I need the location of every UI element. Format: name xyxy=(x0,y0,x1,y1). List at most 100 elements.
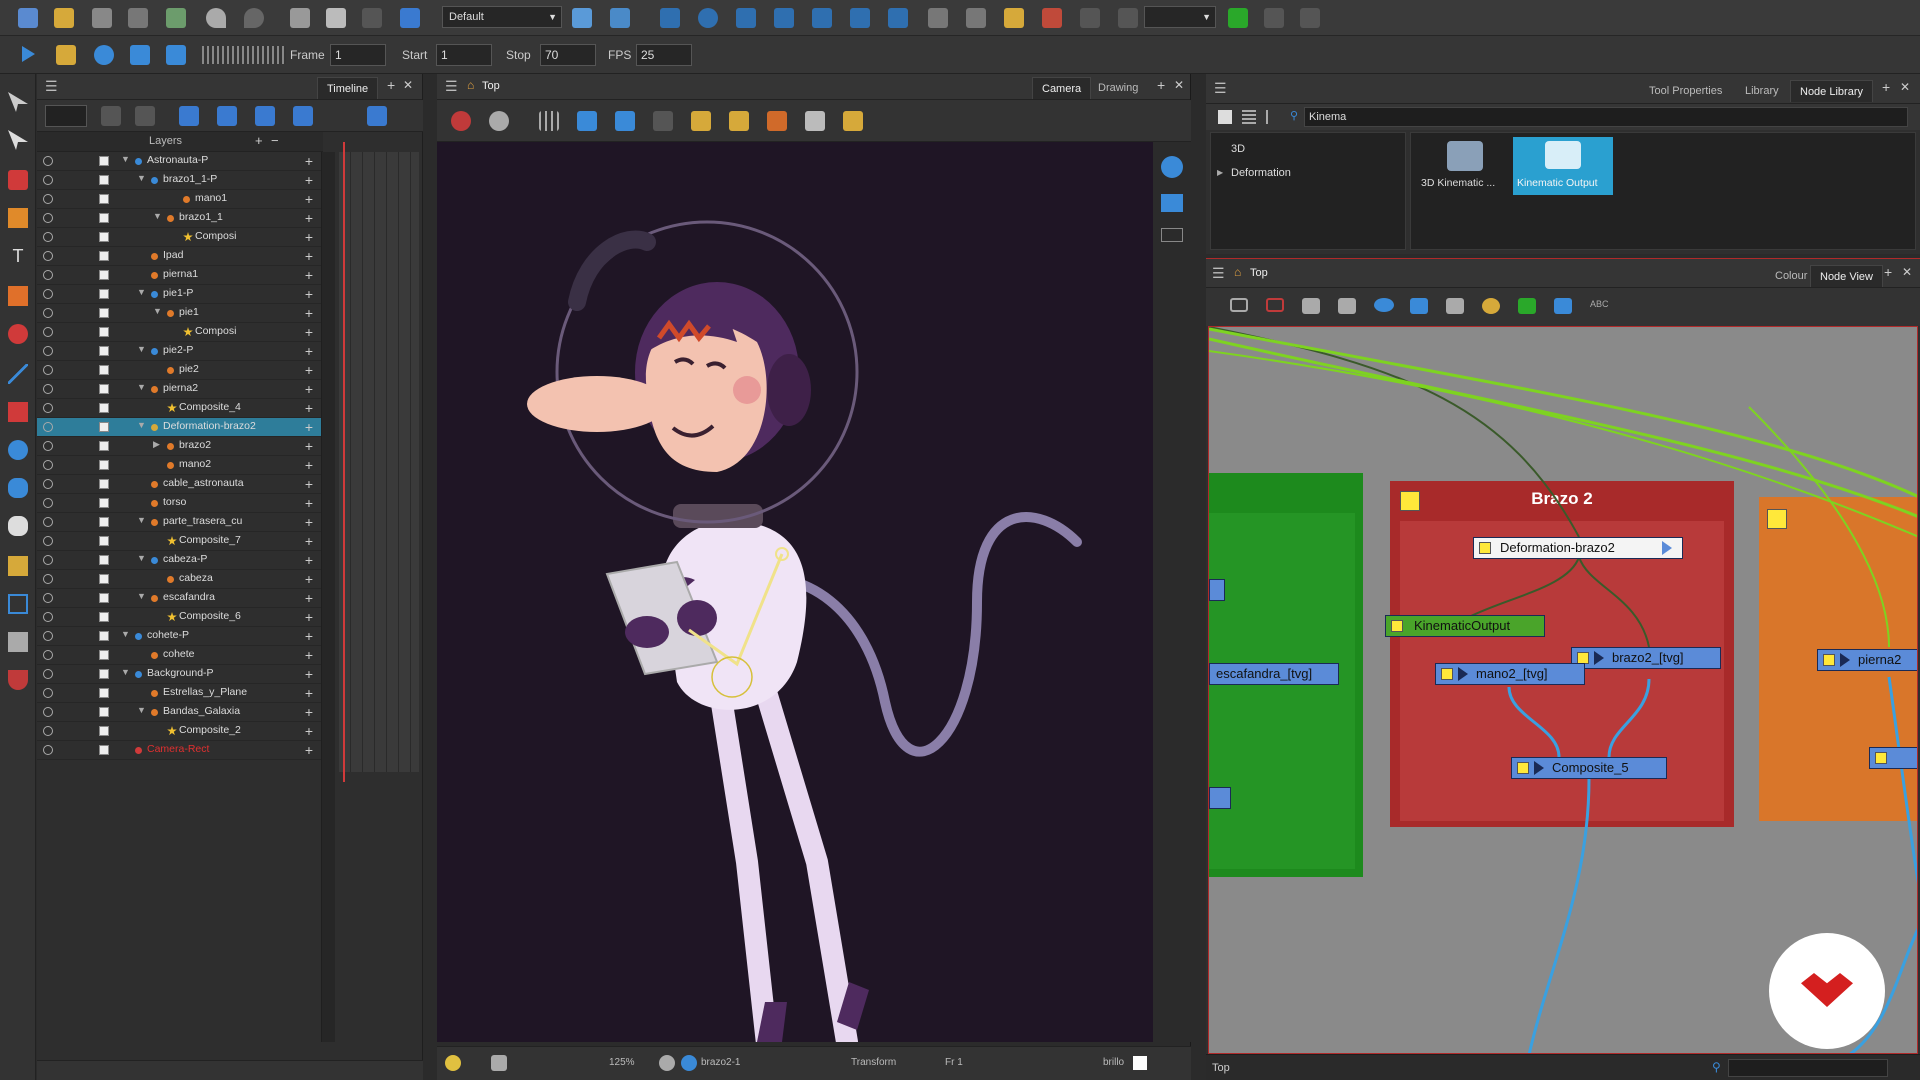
visibility-eye-icon[interactable] xyxy=(43,327,53,337)
layer-enable-checkbox[interactable] xyxy=(99,327,109,337)
ungroup-icon[interactable] xyxy=(1338,298,1356,314)
view-eye-icon[interactable] xyxy=(1161,156,1183,178)
eraser-tool-icon[interactable] xyxy=(8,286,28,306)
list-view-icon[interactable] xyxy=(1242,110,1256,124)
visibility-eye-icon[interactable] xyxy=(43,536,53,546)
ink-tool-icon[interactable] xyxy=(8,670,28,690)
secondary-preset-select[interactable]: ▼ xyxy=(1144,6,1216,28)
light-table-icon[interactable] xyxy=(653,111,673,131)
layer-enable-checkbox[interactable] xyxy=(99,308,109,318)
layer-row[interactable]: Composite_7 + xyxy=(37,532,321,551)
cut-icon[interactable] xyxy=(290,8,310,28)
collapse-arrow-icon[interactable]: ▼ xyxy=(153,306,162,316)
save-icon[interactable] xyxy=(92,8,112,28)
layout-icon[interactable] xyxy=(572,8,592,28)
tab-colour[interactable]: Colour xyxy=(1766,265,1816,287)
layer-enable-checkbox[interactable] xyxy=(99,460,109,470)
collapse-icon[interactable] xyxy=(1161,228,1183,242)
node-enable-icon[interactable] xyxy=(1875,752,1887,764)
network-icon[interactable] xyxy=(1554,298,1572,314)
layer-enable-checkbox[interactable] xyxy=(99,612,109,622)
layer-enable-checkbox[interactable] xyxy=(99,517,109,527)
close-icon[interactable]: ✕ xyxy=(1902,265,1912,279)
layer-row[interactable]: mano1 + xyxy=(37,190,321,209)
layer-enable-checkbox[interactable] xyxy=(99,498,109,508)
layer-row[interactable]: ▼ brazo1_1-P + xyxy=(37,171,321,190)
layer-enable-checkbox[interactable] xyxy=(99,422,109,432)
tab-tool-properties[interactable]: Tool Properties xyxy=(1640,80,1731,102)
layer-row[interactable]: ▼ Astronauta-P + xyxy=(37,152,321,171)
skew-tool-icon[interactable] xyxy=(774,8,794,28)
more-icon[interactable] xyxy=(1300,8,1320,28)
brush-icon[interactable] xyxy=(805,111,825,131)
layer-row[interactable]: ▼ pie2-P + xyxy=(37,342,321,361)
node-enable-icon[interactable] xyxy=(1441,668,1453,680)
lock-icon[interactable] xyxy=(691,111,711,131)
layer-enable-checkbox[interactable] xyxy=(99,346,109,356)
add-sublayer-icon[interactable]: + xyxy=(305,552,313,568)
close-icon[interactable]: ✕ xyxy=(1174,78,1184,92)
backdrop-icon[interactable] xyxy=(1230,298,1248,312)
collapse-arrow-icon[interactable]: ▼ xyxy=(137,515,146,525)
save-as-icon[interactable] xyxy=(128,8,148,28)
add-sublayer-icon[interactable]: + xyxy=(305,742,313,758)
collapse-arrow-icon[interactable]: ▼ xyxy=(121,629,130,639)
collapse-arrow-icon[interactable]: ▼ xyxy=(121,667,130,677)
collapse-arrow-icon[interactable]: ▼ xyxy=(137,420,146,430)
node-item-3d-kinematic[interactable]: 3D Kinematic ... xyxy=(1417,137,1513,195)
stamp-icon[interactable] xyxy=(843,111,863,131)
grid-snap-icon[interactable] xyxy=(1080,8,1100,28)
layer-enable-checkbox[interactable] xyxy=(99,213,109,223)
visibility-eye-icon[interactable] xyxy=(43,669,53,679)
layer-enable-checkbox[interactable] xyxy=(99,365,109,375)
frame-grid[interactable] xyxy=(339,152,419,772)
add-sublayer-icon[interactable]: + xyxy=(305,229,313,245)
spline-offset-icon[interactable] xyxy=(850,8,870,28)
node-search-input[interactable]: Kinema xyxy=(1304,107,1908,127)
tree-view-icon[interactable] xyxy=(1266,110,1280,124)
sun-icon[interactable] xyxy=(681,1055,697,1071)
eraser-icon[interactable] xyxy=(767,111,787,131)
pivot-icon[interactable] xyxy=(451,111,471,131)
maintain-size-icon[interactable] xyxy=(812,8,832,28)
add-sublayer-icon[interactable]: + xyxy=(305,704,313,720)
visibility-eye-icon[interactable] xyxy=(43,403,53,413)
morph-icon[interactable] xyxy=(1042,8,1062,28)
add-sublayer-icon[interactable]: + xyxy=(305,438,313,454)
group-icon[interactable] xyxy=(1302,298,1320,314)
layer-row[interactable]: cabeza + xyxy=(37,570,321,589)
tab-drawing[interactable]: Drawing xyxy=(1089,77,1147,99)
layer-enable-checkbox[interactable] xyxy=(99,745,109,755)
visibility-eye-icon[interactable] xyxy=(43,517,53,527)
node-enable-icon[interactable] xyxy=(1479,542,1491,554)
node-escafandra[interactable]: escafandra_[tvg] xyxy=(1209,663,1339,685)
node-offscreen-left-a[interactable] xyxy=(1209,579,1225,601)
collapse-arrow-icon[interactable]: ▼ xyxy=(153,211,162,221)
layer-row[interactable]: pierna1 + xyxy=(37,266,321,285)
close-icon[interactable]: ✕ xyxy=(403,78,413,92)
panel-menu-icon[interactable]: ☰ xyxy=(1214,80,1227,97)
node-deformation-brazo2[interactable]: Deformation-brazo2 xyxy=(1473,537,1683,559)
layer-enable-checkbox[interactable] xyxy=(99,232,109,242)
visibility-eye-icon[interactable] xyxy=(43,650,53,660)
layer-enable-checkbox[interactable] xyxy=(99,593,109,603)
sound-scrub-icon[interactable] xyxy=(166,45,186,65)
contour-editor-icon[interactable] xyxy=(8,130,28,150)
add-layer-icon[interactable]: + xyxy=(255,133,263,148)
layer-row[interactable]: mano2 + xyxy=(37,456,321,475)
layer-enable-checkbox[interactable] xyxy=(99,251,109,261)
auto-patch-icon[interactable] xyxy=(1482,298,1500,314)
add-sublayer-icon[interactable]: + xyxy=(305,267,313,283)
collapse-arrow-icon[interactable]: ▼ xyxy=(137,591,146,601)
zoom-level[interactable]: 125% xyxy=(609,1057,635,1068)
layer-enable-checkbox[interactable] xyxy=(99,441,109,451)
collapse-arrow-icon[interactable]: ▼ xyxy=(137,344,146,354)
node-graph[interactable]: Brazo 2 Deformation-brazo2 KinematicOutp… xyxy=(1208,326,1918,1054)
add-sublayer-icon[interactable]: + xyxy=(305,590,313,606)
visibility-eye-icon[interactable] xyxy=(43,232,53,242)
layer-enable-checkbox[interactable] xyxy=(99,555,109,565)
node-offscreen-right[interactable] xyxy=(1869,747,1917,769)
layers-view-icon[interactable] xyxy=(1161,194,1183,212)
layer-row[interactable]: ▼ cohete-P + xyxy=(37,627,321,646)
red-backdrop-icon[interactable] xyxy=(1266,298,1284,312)
